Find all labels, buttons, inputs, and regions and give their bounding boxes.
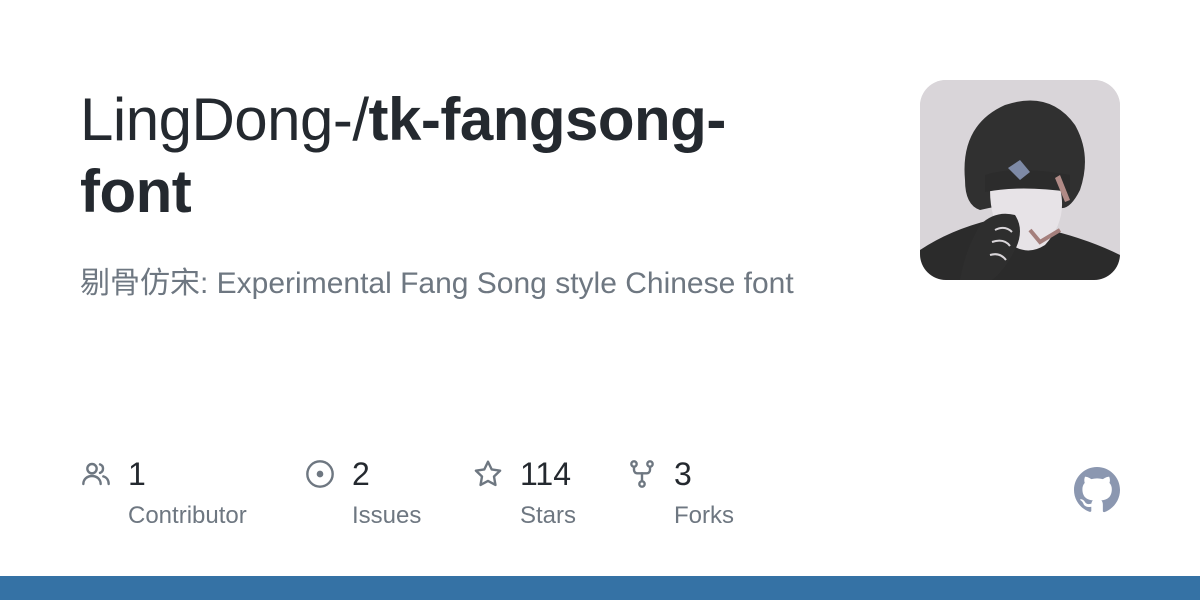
repo-name-continued[interactable]: font	[80, 158, 192, 225]
avatar-portrait-icon	[920, 80, 1120, 280]
language-bar	[0, 576, 1200, 600]
forks-label: Forks	[674, 502, 734, 529]
stars-label: Stars	[520, 502, 577, 529]
issues-label: Issues	[352, 502, 422, 529]
contributors-count: 1	[128, 456, 146, 492]
github-logo-icon[interactable]	[1073, 466, 1121, 514]
repo-description: 剔骨仿宋: Experimental Fang Song style Chine…	[80, 267, 794, 300]
star-icon	[472, 458, 504, 490]
issue-opened-icon	[304, 458, 336, 490]
contributors-label: Contributor	[128, 502, 247, 529]
owner-avatar[interactable]	[920, 80, 1120, 280]
people-icon	[80, 458, 112, 490]
repo-owner[interactable]: LingDong-/	[80, 86, 369, 153]
repo-forked-icon	[626, 458, 658, 490]
stars-count: 114	[520, 456, 572, 492]
issues-count: 2	[352, 456, 370, 492]
repo-title[interactable]: LingDong-/tk-fangsong- font	[80, 84, 840, 228]
repo-name[interactable]: tk-fangsong-	[369, 86, 727, 153]
forks-count: 3	[674, 456, 692, 492]
